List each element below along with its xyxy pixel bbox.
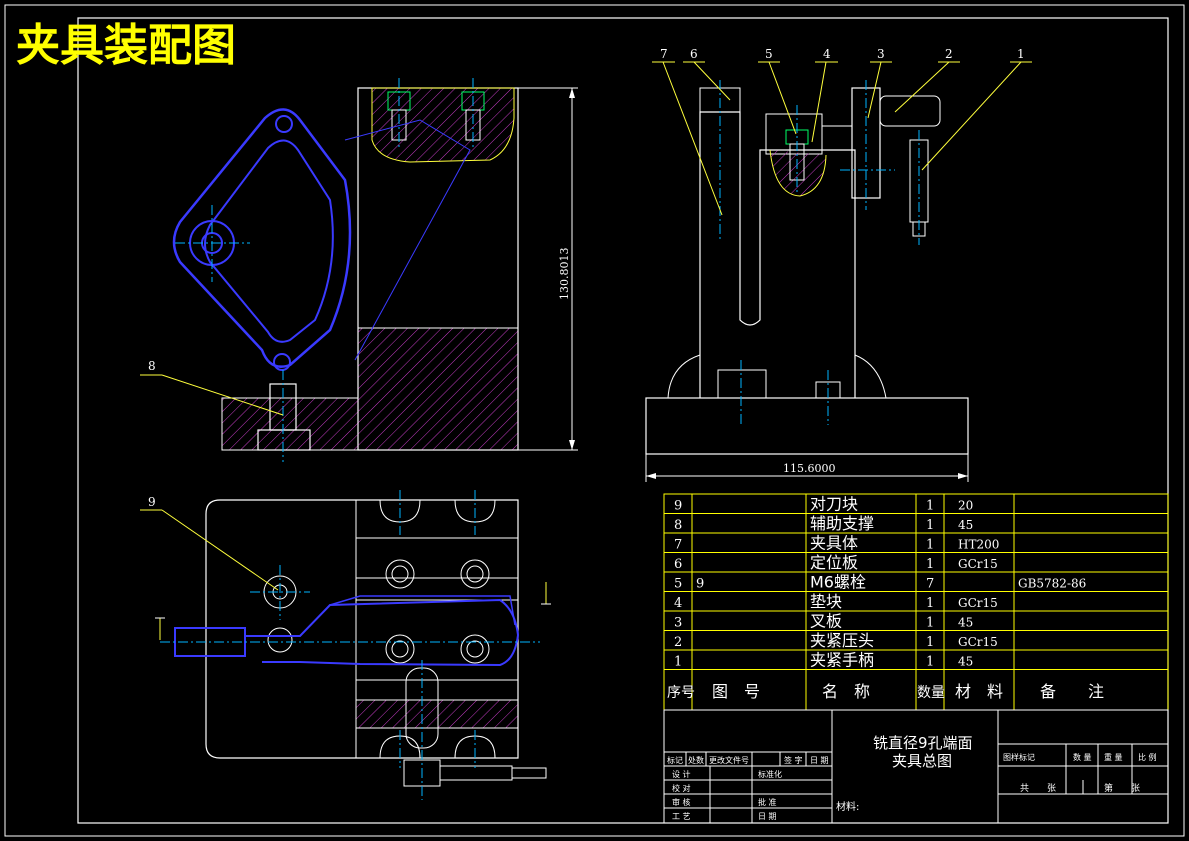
- rev-header: 处数: [688, 755, 704, 765]
- side-view: 115.6000: [645, 80, 969, 482]
- assembly-drawing: 夹具装配图 130.8013 115.6000 7 6 5 4 3 2 189 …: [4, 4, 1185, 837]
- signature-left: 设 计校 对审 核工 艺: [672, 769, 691, 821]
- bom-header-no: 序号: [667, 685, 695, 701]
- bom-cell-material: 45: [958, 616, 973, 630]
- bom-cell-no: 8: [674, 518, 682, 533]
- bom-cell-name: 夹紧手柄: [810, 651, 874, 670]
- sign-right-label: 标准化: [758, 769, 782, 779]
- bom-cell-name: 夹紧压头: [810, 631, 874, 650]
- balloon-2: 2: [945, 47, 953, 61]
- bom-header-name: 名 称: [822, 682, 870, 701]
- drawing-title: 夹具装配图: [16, 20, 236, 71]
- width-dimension: 115.6000: [783, 462, 836, 475]
- balloon-1: 1: [1017, 47, 1025, 61]
- bom-cell-material: 45: [958, 655, 973, 669]
- rev-header: 日 期: [810, 756, 829, 765]
- bom-header-qty: 数量: [917, 685, 945, 701]
- bom-cell-qty: 1: [926, 596, 934, 611]
- bom-cell-no: 2: [674, 635, 682, 650]
- info-headers: 图样标记 数 量 重 量 比 例: [1003, 752, 1157, 762]
- sign-left-label: 工 艺: [672, 812, 691, 821]
- bom-cell-no: 1: [674, 655, 682, 670]
- bom-cell-qty: 7: [926, 577, 934, 592]
- bom-cell-qty: 1: [926, 616, 934, 631]
- balloon-6: 6: [690, 47, 698, 61]
- balloon-9: 9: [148, 495, 156, 509]
- rev-header: 标记: [667, 755, 683, 765]
- info-header: 图样标记: [1003, 752, 1035, 762]
- bom-cell-no: 6: [674, 557, 682, 572]
- balloon-5: 5: [765, 47, 773, 61]
- sheet-labels: 共 张第 张: [1020, 782, 1140, 794]
- bom-cell-name: 对刀块: [810, 495, 858, 514]
- sign-left-label: 审 核: [672, 797, 691, 807]
- info-header: 重 量: [1104, 752, 1123, 762]
- signature-right: 标准化批 准日 期: [758, 769, 782, 821]
- bom-cell-material: GCr15: [958, 635, 998, 649]
- sign-left-label: 校 对: [672, 783, 691, 793]
- bom-cell-note: GB5782-86: [1018, 577, 1086, 591]
- bom-header-material: 材 料: [955, 682, 1003, 701]
- front-view: 130.8013: [172, 78, 578, 462]
- balloon-3: 3: [877, 47, 885, 61]
- bom-cell-qty: 1: [926, 557, 934, 572]
- bom-cell-name: 垫块: [810, 592, 842, 611]
- material-label: 材料:: [836, 800, 859, 813]
- sign-left-label: 设 计: [672, 769, 691, 779]
- bom-cell-name: M6螺栓: [810, 573, 866, 592]
- bom-cell-no: 7: [674, 538, 682, 553]
- bom-table: [663, 493, 1169, 711]
- revision-headers: 标记 处数 更改文件号 签 字日 期: [667, 755, 829, 765]
- bom-cell-material: HT200: [958, 538, 999, 552]
- bom-cell-material: GCr15: [958, 596, 998, 610]
- leader-lines: [140, 61, 1032, 591]
- bom-cell-material: 45: [958, 518, 973, 532]
- bom-cell-qty: 1: [926, 655, 934, 670]
- bom-cell-no: 4: [674, 596, 682, 611]
- balloon-4: 4: [823, 47, 831, 61]
- rev-header: 签 字: [784, 755, 803, 765]
- bom-cell-qty: 1: [926, 518, 934, 533]
- bom-cell-name: 辅助支撑: [810, 514, 874, 533]
- bom-cell-name: 夹具体: [810, 534, 858, 553]
- bom-header-note: 备 注: [1040, 682, 1104, 701]
- sheet-label: 第 张: [1104, 782, 1140, 794]
- bom-cell-qty: 1: [926, 635, 934, 650]
- drawing-name-line1: 铣直径9孔端面: [873, 734, 973, 752]
- height-dimension: 130.8013: [558, 248, 571, 301]
- bom-cell-qty: 1: [926, 538, 934, 553]
- bom-cell-name: 定位板: [810, 553, 858, 572]
- outer-border: [4, 4, 1185, 837]
- balloon-7: 7: [660, 47, 668, 61]
- bom-cell-no: 3: [674, 616, 682, 631]
- sign-right-label: 日 期: [758, 812, 777, 821]
- rev-header: 更改文件号: [709, 755, 749, 765]
- bom-cell-code: 9: [696, 577, 704, 592]
- bom-cell-material: GCr15: [958, 557, 998, 571]
- balloon-8: 8: [148, 359, 156, 373]
- top-view: [155, 490, 551, 800]
- sign-right-label: 批 准: [758, 797, 777, 807]
- bom-header: 序号 图 号 名 称 数量 材 料 备 注: [667, 682, 1104, 701]
- info-header: 比 例: [1138, 752, 1157, 762]
- bom-cell-name: 叉板: [810, 612, 842, 631]
- drawing-canvas: 夹具装配图 130.8013 115.6000 7 6 5 4 3 2 1 8 …: [0, 0, 1189, 841]
- bom-cell-no: 5: [674, 577, 682, 592]
- bom-header-code: 图 号: [712, 682, 760, 701]
- info-header: 数 量: [1073, 752, 1092, 762]
- drawing-name-line2: 夹具总图: [892, 752, 952, 770]
- bom-cell-qty: 1: [926, 499, 934, 514]
- bom-cell-material: 20: [958, 499, 973, 513]
- bom-cell-no: 9: [674, 499, 682, 514]
- sheet-label: 共 张: [1020, 783, 1056, 794]
